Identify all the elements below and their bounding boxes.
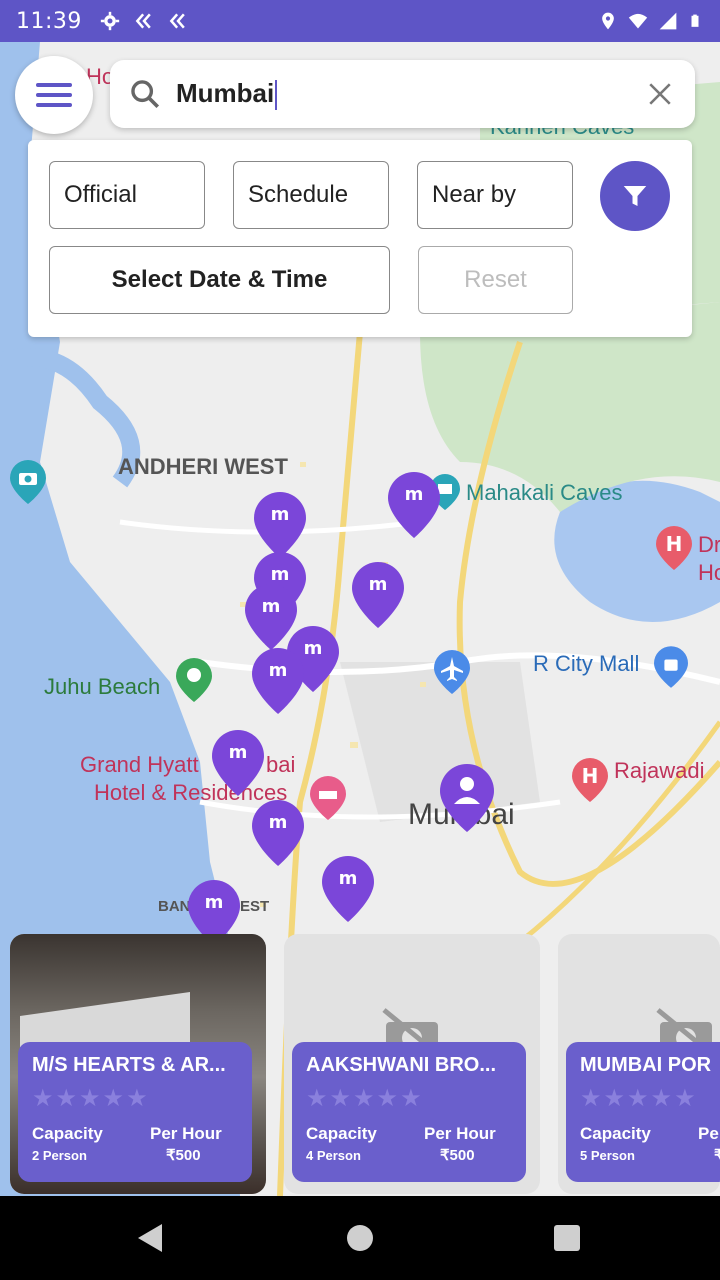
venue-info: M/S HEARTS & AR... ★★★★★ Capacity 2 Pers…	[18, 1042, 252, 1182]
venue-name: M/S HEARTS & AR...	[32, 1054, 226, 1076]
price-value: ₹500	[166, 1147, 201, 1164]
venue-info: AAKSHWANI BRO... ★★★★★ Capacity 4 Person…	[292, 1042, 526, 1182]
svg-text:H: H	[666, 532, 683, 556]
capacity-value: 2 Person	[32, 1148, 87, 1163]
filter-panel: Official Schedule Near by Select Date & …	[28, 140, 692, 337]
capacity-label: Capacity	[580, 1124, 651, 1143]
venue-marker[interactable]: m	[250, 798, 306, 868]
venue-info: MUMBAI POR ★★★★★ Capacity 5 Person Pe ₹	[566, 1042, 720, 1182]
capacity-label: Capacity	[306, 1124, 377, 1143]
map-label-grand-hyatt-bai: bai	[266, 752, 296, 777]
venue-marker[interactable]: m	[250, 646, 306, 716]
home-icon[interactable]	[347, 1225, 373, 1251]
menu-button[interactable]	[15, 56, 93, 134]
airport-poi-icon	[434, 650, 470, 694]
search-bar[interactable]: Mumbai	[110, 60, 695, 128]
battery-icon	[691, 14, 699, 27]
signal-icon	[659, 12, 677, 30]
venue-card[interactable]: M/S HEARTS & AR... ★★★★★ Capacity 2 Pers…	[10, 934, 266, 1194]
map-label-mahakali-caves: Mahakali Caves	[466, 480, 623, 505]
hospital-poi-icon: H	[572, 758, 608, 802]
reset-button[interactable]: Reset	[418, 246, 573, 314]
capacity-value: 5 Person	[580, 1148, 635, 1163]
recents-icon[interactable]	[554, 1225, 580, 1251]
map-label-r-city-mall: R City Mall	[533, 651, 640, 676]
price-value: ₹500	[440, 1147, 475, 1164]
price-label: Per Hour	[424, 1124, 496, 1143]
map-label-bandra-2: EST	[240, 898, 270, 915]
venue-name: MUMBAI POR	[580, 1054, 712, 1076]
park-poi-icon	[176, 658, 212, 702]
official-filter-button[interactable]: Official	[49, 161, 205, 229]
venue-marker[interactable]: m	[210, 728, 266, 798]
hotel-poi-icon	[310, 776, 346, 820]
shopping-poi-icon	[654, 646, 688, 688]
filter-icon	[623, 186, 647, 206]
back-icon[interactable]	[138, 1224, 162, 1252]
rating-stars: ★★★★★	[306, 1084, 424, 1112]
map-label-andheri-west: ANDHERI WEST	[118, 454, 288, 479]
hospital-poi-icon: H	[656, 526, 692, 570]
location-icon	[602, 12, 614, 30]
price-label: Per Hour	[150, 1124, 222, 1143]
user-location-marker	[440, 764, 494, 832]
status-time: 11:39	[16, 8, 82, 34]
price-value: ₹	[714, 1147, 720, 1164]
rating-stars: ★★★★★	[580, 1084, 698, 1112]
camera-poi-icon	[10, 460, 46, 504]
double-chevron-icon	[135, 13, 151, 29]
map-label-ho: Ho	[698, 560, 720, 585]
map-label-rajawadi: Rajawadi	[614, 758, 705, 783]
hamburger-icon	[36, 83, 72, 107]
schedule-filter-button[interactable]: Schedule	[233, 161, 389, 229]
settings-icon	[100, 11, 120, 31]
venue-card[interactable]: MUMBAI POR ★★★★★ Capacity 5 Person Pe ₹	[558, 934, 720, 1194]
capacity-value: 4 Person	[306, 1148, 361, 1163]
venue-name: AAKSHWANI BRO...	[306, 1054, 496, 1076]
price-label: Pe	[698, 1124, 719, 1143]
capacity-label: Capacity	[32, 1124, 103, 1143]
venue-marker[interactable]: m	[350, 560, 406, 630]
status-bar: 11:39	[0, 0, 720, 42]
rating-stars: ★★★★★	[32, 1084, 150, 1112]
svg-text:H: H	[582, 764, 599, 788]
select-date-time-button[interactable]: Select Date & Time	[49, 246, 390, 314]
search-icon	[131, 80, 160, 109]
near-by-filter-button[interactable]: Near by	[417, 161, 573, 229]
venue-marker[interactable]: m	[320, 854, 376, 924]
venue-card[interactable]: AAKSHWANI BRO... ★★★★★ Capacity 4 Person…	[284, 934, 540, 1194]
map-label-juhu-beach: Juhu Beach	[44, 674, 161, 699]
close-icon[interactable]	[647, 81, 673, 107]
search-input[interactable]: Mumbai	[176, 77, 278, 111]
map-label-dr: Dr	[698, 532, 720, 557]
venue-marker[interactable]: m	[386, 470, 442, 540]
wifi-icon	[628, 13, 648, 29]
double-chevron-icon	[169, 13, 185, 29]
search-input-value: Mumbai	[176, 77, 275, 108]
map-label-grand-hyatt: Grand Hyatt	[80, 752, 199, 777]
filter-button[interactable]	[600, 161, 670, 231]
text-caret	[275, 80, 278, 111]
